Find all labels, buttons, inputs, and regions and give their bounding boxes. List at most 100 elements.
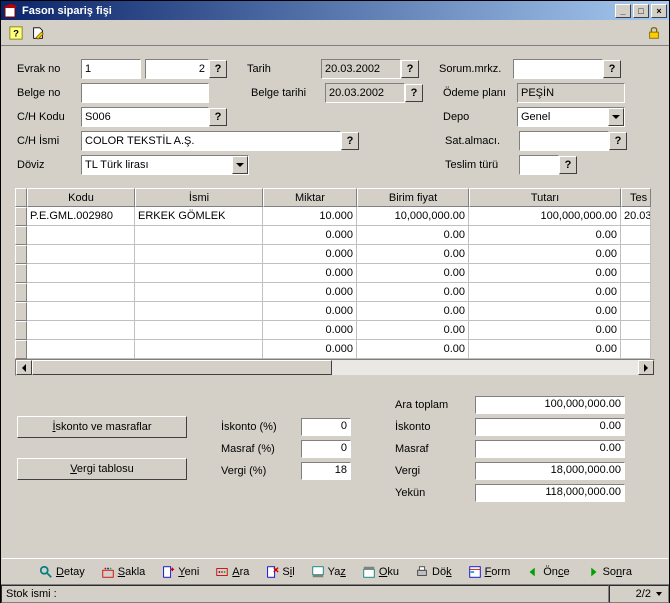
- odeme-plani-input[interactable]: PEŞİN: [517, 83, 625, 103]
- row-header[interactable]: [15, 283, 27, 302]
- col-birim-fiyat[interactable]: Birim fiyat: [357, 188, 469, 207]
- sakla-button[interactable]: Sakla: [94, 561, 153, 583]
- belge-no-input[interactable]: [81, 83, 209, 103]
- ch-kodu-lookup-button[interactable]: ?: [209, 108, 227, 126]
- cell-tutari[interactable]: 100,000,000.00: [469, 207, 621, 226]
- oku-button[interactable]: Oku: [355, 561, 406, 583]
- cell-ismi[interactable]: ERKEK GÖMLEK: [135, 207, 263, 226]
- row-header[interactable]: [15, 245, 27, 264]
- sil-button[interactable]: Sil: [258, 561, 301, 583]
- cell-tes[interactable]: [621, 340, 651, 359]
- cell-ismi[interactable]: [135, 283, 263, 302]
- cell-kodu[interactable]: [27, 245, 135, 264]
- chevron-down-icon[interactable]: [232, 156, 248, 174]
- col-tes[interactable]: Tes: [621, 188, 651, 207]
- form-button[interactable]: Form: [461, 561, 518, 583]
- cell-miktar[interactable]: 0.000: [263, 264, 357, 283]
- col-ismi[interactable]: İsmi: [135, 188, 263, 207]
- tarih-lookup-button[interactable]: ?: [401, 60, 419, 78]
- evrak-no-lookup-button[interactable]: ?: [209, 60, 227, 78]
- horizontal-scrollbar[interactable]: [15, 359, 655, 376]
- cell-tutari[interactable]: 0.00: [469, 302, 621, 321]
- cell-tes[interactable]: 20.03.20: [621, 207, 651, 226]
- depo-combo[interactable]: Genel: [517, 107, 625, 127]
- table-row[interactable]: 0.0000.000.00: [15, 283, 655, 302]
- cell-tutari[interactable]: 0.00: [469, 226, 621, 245]
- col-miktar[interactable]: Miktar: [263, 188, 357, 207]
- cell-tutari[interactable]: 0.00: [469, 321, 621, 340]
- table-row[interactable]: 0.0000.000.00: [15, 245, 655, 264]
- cell-birim-fiyat[interactable]: 0.00: [357, 283, 469, 302]
- table-row[interactable]: 0.0000.000.00: [15, 264, 655, 283]
- grid-body[interactable]: P.E.GML.002980ERKEK GÖMLEK10.00010,000,0…: [15, 207, 655, 359]
- ch-kodu-input[interactable]: S006: [81, 107, 209, 127]
- vergi-tablosu-button[interactable]: Vergi tablosu: [17, 458, 187, 480]
- detay-button[interactable]: Detay: [32, 561, 92, 583]
- sonra-button[interactable]: Sonra: [579, 561, 639, 583]
- teslim-turu-input[interactable]: [519, 155, 559, 175]
- teslim-turu-lookup-button[interactable]: ?: [559, 156, 577, 174]
- scroll-thumb[interactable]: [32, 360, 332, 375]
- cell-ismi[interactable]: [135, 302, 263, 321]
- cell-tes[interactable]: [621, 264, 651, 283]
- cell-ismi[interactable]: [135, 321, 263, 340]
- masraf-pct-input[interactable]: 0: [301, 440, 351, 458]
- cell-kodu[interactable]: [27, 283, 135, 302]
- chevron-down-icon[interactable]: [608, 108, 624, 126]
- cell-tes[interactable]: [621, 321, 651, 340]
- row-header[interactable]: [15, 207, 27, 226]
- cell-tes[interactable]: [621, 283, 651, 302]
- cell-birim-fiyat[interactable]: 10,000,000.00: [357, 207, 469, 226]
- table-row[interactable]: 0.0000.000.00: [15, 321, 655, 340]
- minimize-button[interactable]: _: [615, 4, 631, 18]
- cell-tes[interactable]: [621, 226, 651, 245]
- dok-button[interactable]: Dök: [408, 561, 459, 583]
- table-row[interactable]: 0.0000.000.00: [15, 226, 655, 245]
- table-row[interactable]: 0.0000.000.00: [15, 340, 655, 359]
- iskonto-masraflar-button[interactable]: İskonto ve masraflar: [17, 416, 187, 438]
- cell-ismi[interactable]: [135, 245, 263, 264]
- once-button[interactable]: Önce: [519, 561, 576, 583]
- cell-miktar[interactable]: 0.000: [263, 321, 357, 340]
- table-row[interactable]: 0.0000.000.00: [15, 302, 655, 321]
- close-button[interactable]: ×: [651, 4, 667, 18]
- cell-kodu[interactable]: [27, 226, 135, 245]
- cell-birim-fiyat[interactable]: 0.00: [357, 302, 469, 321]
- cell-birim-fiyat[interactable]: 0.00: [357, 264, 469, 283]
- table-row[interactable]: P.E.GML.002980ERKEK GÖMLEK10.00010,000,0…: [15, 207, 655, 226]
- cell-kodu[interactable]: [27, 340, 135, 359]
- lock-button[interactable]: [643, 22, 665, 44]
- row-header[interactable]: [15, 321, 27, 340]
- cell-tutari[interactable]: 0.00: [469, 264, 621, 283]
- tarih-input[interactable]: 20.03.2002: [321, 59, 401, 79]
- cell-birim-fiyat[interactable]: 0.00: [357, 321, 469, 340]
- cell-miktar[interactable]: 0.000: [263, 283, 357, 302]
- cell-tes[interactable]: [621, 302, 651, 321]
- cell-ismi[interactable]: [135, 226, 263, 245]
- ch-ismi-input[interactable]: COLOR TEKSTİL A.Ş.: [81, 131, 341, 151]
- evrak-no-2-input[interactable]: 2: [145, 59, 209, 79]
- row-header[interactable]: [15, 226, 27, 245]
- cell-tutari[interactable]: 0.00: [469, 340, 621, 359]
- row-header[interactable]: [15, 302, 27, 321]
- cell-miktar[interactable]: 0.000: [263, 245, 357, 264]
- edit-button[interactable]: [27, 22, 49, 44]
- sat-almaci-lookup-button[interactable]: ?: [609, 132, 627, 150]
- cell-miktar[interactable]: 0.000: [263, 226, 357, 245]
- ch-ismi-lookup-button[interactable]: ?: [341, 132, 359, 150]
- cell-kodu[interactable]: [27, 302, 135, 321]
- scroll-left-button[interactable]: [16, 360, 32, 375]
- yeni-button[interactable]: Yeni: [154, 561, 206, 583]
- sat-almaci-input[interactable]: [519, 131, 609, 151]
- cell-miktar[interactable]: 0.000: [263, 340, 357, 359]
- sorum-mrkz-input[interactable]: [513, 59, 603, 79]
- sorum-mrkz-lookup-button[interactable]: ?: [603, 60, 621, 78]
- cell-kodu[interactable]: [27, 264, 135, 283]
- cell-tutari[interactable]: 0.00: [469, 283, 621, 302]
- cell-birim-fiyat[interactable]: 0.00: [357, 226, 469, 245]
- cell-miktar[interactable]: 10.000: [263, 207, 357, 226]
- cell-miktar[interactable]: 0.000: [263, 302, 357, 321]
- cell-ismi[interactable]: [135, 340, 263, 359]
- row-header[interactable]: [15, 264, 27, 283]
- col-tutari[interactable]: Tutarı: [469, 188, 621, 207]
